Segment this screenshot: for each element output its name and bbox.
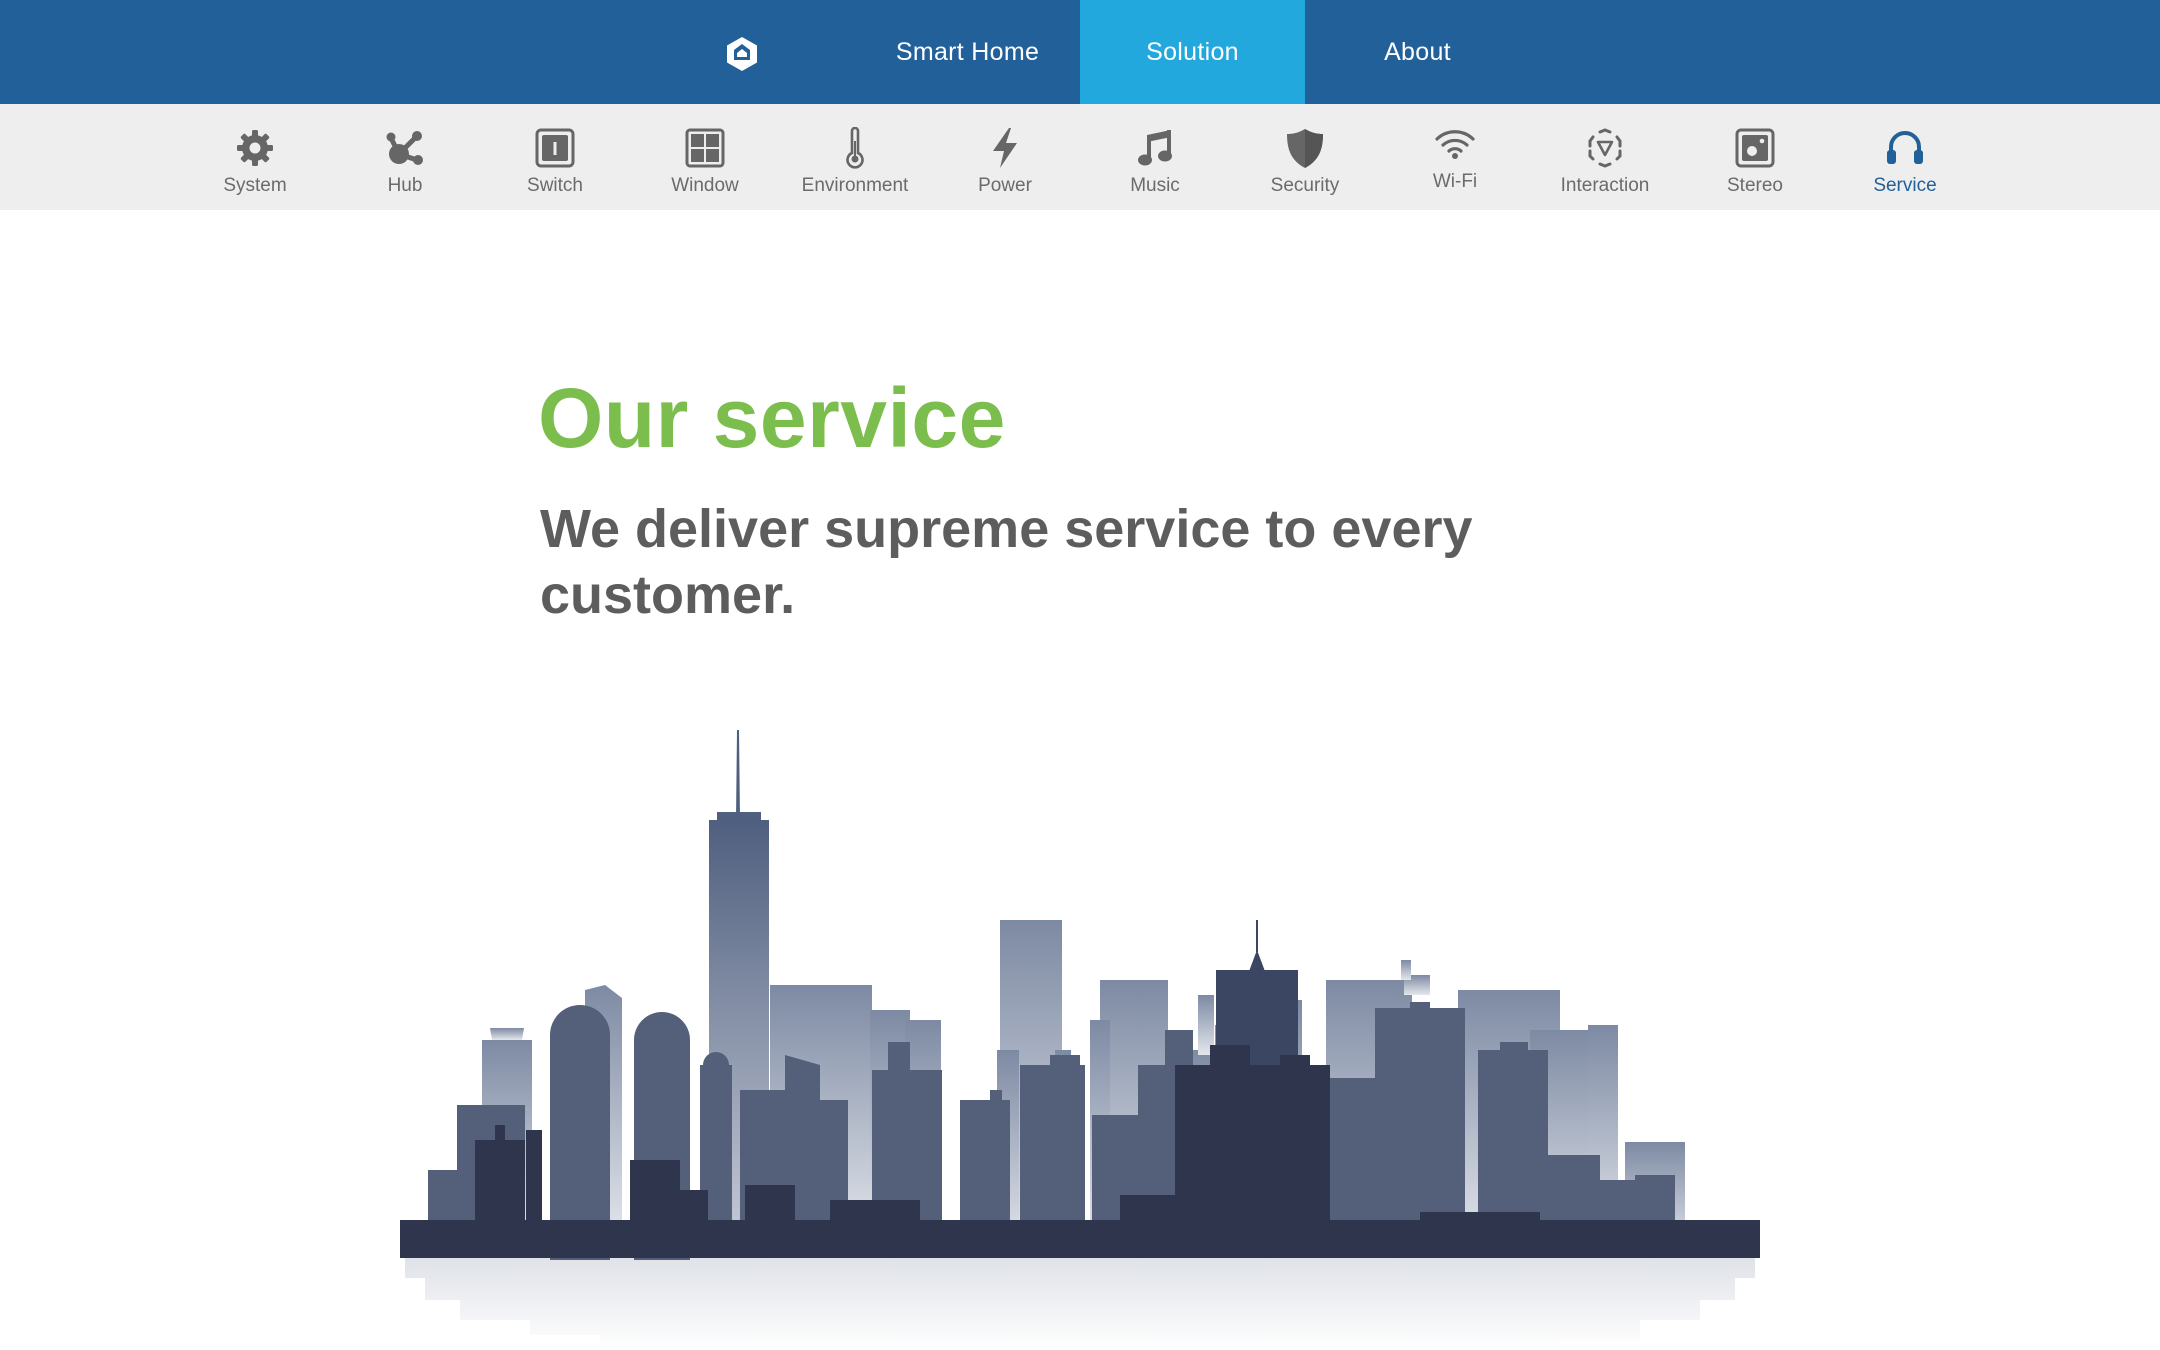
page-title: Our service bbox=[538, 371, 1006, 465]
page-subtitle: We deliver supreme service to every cust… bbox=[540, 499, 1473, 625]
category-service[interactable]: Service bbox=[1830, 104, 1980, 210]
switch-icon bbox=[533, 126, 577, 170]
music-note-icon bbox=[1133, 126, 1177, 170]
category-label: Switch bbox=[527, 175, 583, 196]
category-label: Wi-Fi bbox=[1432, 171, 1478, 192]
window-icon bbox=[683, 126, 727, 170]
category-label: Service bbox=[1873, 175, 1937, 196]
category-label: Security bbox=[1270, 175, 1340, 196]
category-label: Hub bbox=[387, 175, 423, 196]
hub-icon bbox=[383, 126, 427, 170]
tab-about-label: About bbox=[1384, 37, 1451, 66]
category-label: Power bbox=[978, 175, 1032, 196]
category-label: Stereo bbox=[1727, 175, 1783, 196]
thermometer-icon bbox=[833, 126, 877, 170]
tab-smart-home-label: Smart Home bbox=[895, 37, 1040, 66]
category-toolbar: System Hub Switch Window Environment Pow… bbox=[0, 104, 2160, 210]
lightning-icon bbox=[983, 126, 1027, 170]
city-skyline-illustration bbox=[400, 730, 1760, 1350]
category-security[interactable]: Security bbox=[1230, 104, 1380, 210]
gear-icon bbox=[233, 126, 277, 170]
wifi-icon bbox=[1433, 122, 1477, 166]
tab-about[interactable]: About bbox=[1305, 0, 1530, 104]
tab-solution[interactable]: Solution bbox=[1080, 0, 1305, 104]
category-label: Window bbox=[671, 175, 739, 196]
category-system[interactable]: System bbox=[180, 104, 330, 210]
stereo-icon bbox=[1733, 126, 1777, 170]
category-music[interactable]: Music bbox=[1080, 104, 1230, 210]
category-switch[interactable]: Switch bbox=[480, 104, 630, 210]
category-power[interactable]: Power bbox=[930, 104, 1080, 210]
category-label: System bbox=[223, 175, 287, 196]
category-hub[interactable]: Hub bbox=[330, 104, 480, 210]
category-label: Interaction bbox=[1560, 175, 1650, 196]
tab-smart-home[interactable]: Smart Home bbox=[855, 0, 1080, 104]
tab-solution-label: Solution bbox=[1146, 37, 1239, 66]
top-navigation-bar: Smart Home Solution About bbox=[0, 0, 2160, 104]
shield-icon bbox=[1283, 126, 1327, 170]
headset-icon bbox=[1883, 126, 1927, 170]
category-window[interactable]: Window bbox=[630, 104, 780, 210]
category-environment[interactable]: Environment bbox=[780, 104, 930, 210]
category-label: Music bbox=[1130, 175, 1180, 196]
home-logo-icon[interactable] bbox=[717, 29, 767, 79]
category-interaction[interactable]: Interaction bbox=[1530, 104, 1680, 210]
category-wifi[interactable]: Wi-Fi bbox=[1380, 104, 1530, 210]
category-stereo[interactable]: Stereo bbox=[1680, 104, 1830, 210]
category-label: Environment bbox=[801, 175, 909, 196]
interaction-icon bbox=[1583, 126, 1627, 170]
